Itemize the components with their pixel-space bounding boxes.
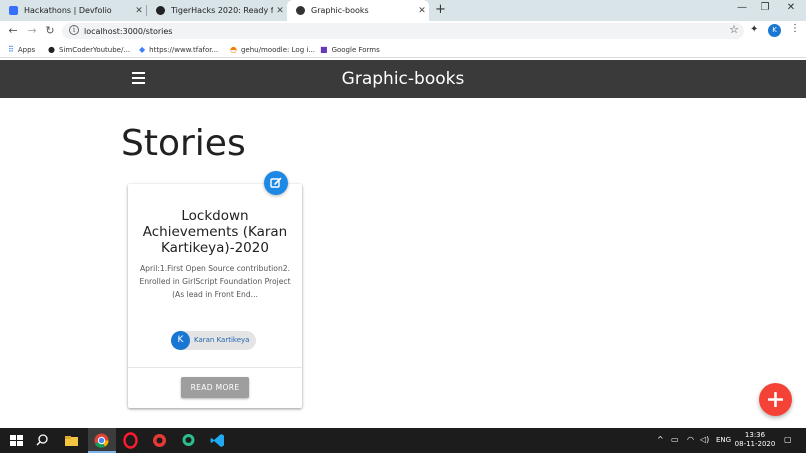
reload-icon[interactable]: ↻ (43, 24, 57, 37)
clock-date: 08-11-2020 (734, 440, 776, 448)
back-arrow-icon[interactable]: ← (6, 24, 20, 37)
new-tab-icon[interactable]: + (435, 2, 446, 17)
windows-taskbar: ^ ▭ ◠ ◁) ENG 13:36 08-11-2020 ▢ (0, 428, 806, 453)
edit-story-button[interactable] (264, 171, 288, 195)
browser-tab-strip: Hackathons | Devfolio ✕ TigerHacks 2020:… (0, 0, 806, 21)
diamond-icon: ◆ (139, 45, 146, 54)
author-chip[interactable]: K Karan Kartikeya (171, 331, 256, 350)
github-icon: ● (48, 45, 55, 54)
read-more-button[interactable]: READ MORE (181, 377, 249, 398)
bookmark-star-icon[interactable]: ☆ (729, 23, 739, 36)
tray-chevron-icon[interactable]: ^ (657, 435, 664, 444)
browser-tab-graphic-books[interactable]: Graphic-books ✕ (287, 0, 429, 21)
apps-grid-icon: ⠿ (8, 45, 14, 54)
moodle-icon: ◓ (230, 45, 237, 54)
story-card: Lockdown Achievements (Karan Kartikeya)-… (128, 184, 302, 408)
gitkraken-icon[interactable] (180, 432, 197, 449)
profile-avatar[interactable]: K (768, 24, 781, 37)
restore-icon[interactable]: ❐ (755, 2, 775, 13)
forms-icon: ■ (320, 45, 328, 54)
story-excerpt: April:1.First Open Source contribution2.… (139, 264, 291, 299)
battery-icon[interactable]: ▭ (671, 435, 679, 444)
browser-tab-devfolio[interactable]: Hackathons | Devfolio ✕ (0, 0, 146, 21)
close-tab-icon[interactable]: ✕ (415, 6, 429, 16)
forward-arrow-icon[interactable]: → (25, 24, 39, 37)
author-avatar: K (171, 331, 190, 350)
tab-title: Graphic-books (311, 6, 369, 15)
author-name: Karan Kartikeya (194, 336, 250, 344)
browser-tab-tigerhacks[interactable]: TigerHacks 2020: Ready for an ad ✕ (147, 0, 287, 21)
windows-start-icon[interactable] (8, 432, 25, 449)
extensions-puzzle-icon[interactable]: ✦ (750, 24, 758, 35)
app-shield-icon[interactable] (151, 432, 168, 449)
bookmark-label: SimCoderYoutube/... (58, 45, 131, 54)
devfolio-favicon-icon (9, 6, 18, 15)
tab-title: Hackathons | Devfolio (24, 6, 112, 15)
bookmark-moodle[interactable]: ◓ gehu/moodle: Log i... (230, 43, 315, 56)
story-title: Lockdown Achievements (Karan Kartikeya)-… (142, 208, 288, 256)
address-bar[interactable]: i ☆ (62, 23, 744, 39)
bookmark-label: gehu/moodle: Log i... (240, 45, 315, 54)
github-favicon-icon (156, 6, 165, 15)
edit-pencil-icon (270, 177, 282, 188)
close-tab-icon[interactable]: ✕ (273, 6, 287, 16)
bookmark-tfafor[interactable]: ◆ https://www.tfafor... (139, 43, 218, 56)
url-input[interactable] (84, 24, 644, 38)
opera-icon[interactable] (122, 432, 139, 449)
add-story-button[interactable] (759, 383, 792, 416)
card-divider (128, 367, 302, 368)
browser-menu-icon[interactable]: ⋮ (790, 23, 800, 34)
search-icon[interactable] (34, 432, 51, 449)
tab-title: TigerHacks 2020: Ready for an ad (171, 6, 273, 15)
language-indicator[interactable]: ENG (716, 436, 731, 444)
bookmarks-bar: ⠿ Apps ● SimCoderYoutube/... ◆ https://w… (0, 41, 806, 58)
site-info-icon[interactable]: i (69, 25, 79, 35)
bookmark-google-forms[interactable]: ■ Google Forms (320, 43, 380, 56)
vscode-icon[interactable] (209, 432, 226, 449)
bookmark-label: https://www.tfafor... (149, 45, 219, 54)
file-explorer-icon[interactable] (63, 432, 80, 449)
bookmark-simcoder[interactable]: ● SimCoderYoutube/... (48, 43, 130, 56)
page-title: Stories (121, 123, 246, 164)
wifi-icon[interactable]: ◠ (687, 435, 694, 444)
close-tab-icon[interactable]: ✕ (132, 6, 146, 16)
app-header: Graphic-books (0, 60, 806, 98)
volume-icon[interactable]: ◁) (700, 435, 709, 444)
bookmark-label: Apps (17, 45, 36, 54)
globe-favicon-icon (296, 6, 305, 15)
close-window-icon[interactable]: ✕ (781, 2, 801, 13)
system-clock[interactable]: 13:36 08-11-2020 (734, 431, 776, 449)
bookmark-apps[interactable]: ⠿ Apps (8, 43, 35, 56)
clock-time: 13:36 (744, 431, 766, 439)
browser-toolbar: ← → ↻ i ☆ (0, 21, 806, 41)
chrome-icon[interactable] (93, 432, 110, 449)
app-title[interactable]: Graphic-books (0, 69, 806, 89)
minimize-icon[interactable]: — (732, 2, 752, 13)
bookmark-label: Google Forms (331, 45, 380, 54)
plus-icon (768, 392, 783, 407)
notifications-icon[interactable]: ▢ (784, 435, 792, 444)
